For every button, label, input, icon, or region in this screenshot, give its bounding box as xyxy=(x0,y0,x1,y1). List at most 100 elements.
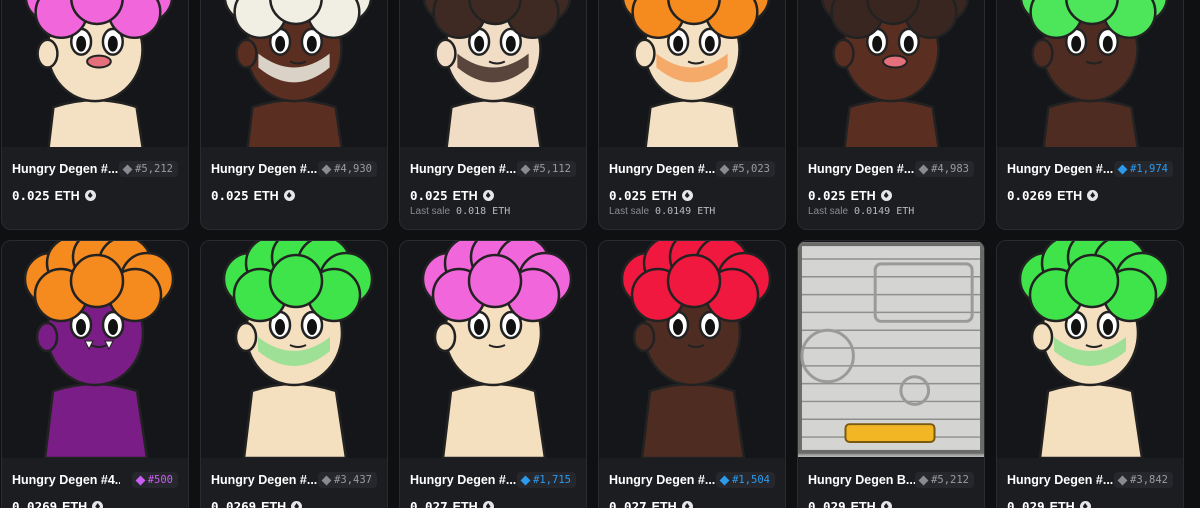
eth-icon xyxy=(283,190,295,201)
eth-icon xyxy=(92,501,104,508)
nft-card[interactable]: Hungry Degen B... #5,212 0.029 ETH xyxy=(797,240,985,508)
price-row: 0.025 ETH xyxy=(211,188,377,203)
diamond-icon xyxy=(918,164,929,174)
nft-card[interactable]: Hungry Degen #... #1,715 0.027 ETH xyxy=(399,240,587,508)
nft-info: Hungry Degen #... #3,437 0.0269 ETH xyxy=(201,458,387,508)
nft-info: Hungry Degen #... #5,023 0.025 ETH Last sale… xyxy=(599,147,785,217)
price-value: 0.025 xyxy=(12,188,50,203)
nft-name[interactable]: Hungry Degen #... xyxy=(609,473,715,487)
nft-name[interactable]: Hungry Degen #... xyxy=(410,162,516,176)
nft-card[interactable]: Hungry Degen #... #4,930 0.025 ETH xyxy=(200,0,388,230)
rank-value: #5,212 xyxy=(931,474,969,486)
price-value: 0.025 xyxy=(609,188,647,203)
rarity-rank-badge: #5,212 xyxy=(119,161,178,177)
diamond-icon xyxy=(321,475,332,485)
price-row: 0.027 ETH xyxy=(410,499,576,508)
nft-name[interactable]: Hungry Degen #4... xyxy=(12,473,120,487)
nft-image[interactable] xyxy=(400,241,586,458)
diamond-icon xyxy=(520,164,531,174)
rank-value: #5,112 xyxy=(533,163,571,175)
nft-card[interactable]: Hungry Degen #... #4,983 0.025 ETH Last sale… xyxy=(797,0,985,230)
nft-card[interactable]: Hungry Degen #... #5,023 0.025 ETH Last sale… xyxy=(598,0,786,230)
rank-value: #3,437 xyxy=(334,474,372,486)
price-row: 0.025 ETH xyxy=(12,188,178,203)
price-row: 0.0269 ETH xyxy=(1007,188,1173,203)
nft-card[interactable]: Hungry Degen #4... #500 0.0269 ETH xyxy=(1,240,189,508)
nft-info: Hungry Degen #... #3,842 0.029 ETH xyxy=(997,458,1183,508)
rank-value: #3,842 xyxy=(1130,474,1168,486)
eth-icon xyxy=(84,190,96,201)
price-row: 0.025 ETH xyxy=(609,188,775,203)
nft-card[interactable]: Hungry Degen #... #1,504 0.027 ETH xyxy=(598,240,786,508)
nft-image[interactable] xyxy=(798,241,984,458)
rank-value: #4,930 xyxy=(334,163,372,175)
price-unit: ETH xyxy=(651,188,677,203)
nft-card[interactable]: Hungry Degen #... #3,842 0.029 ETH xyxy=(996,240,1184,508)
diamond-icon xyxy=(1117,475,1128,485)
price-row: 0.025 ETH xyxy=(808,188,974,203)
last-sale: Last sale 0.0149 ETH xyxy=(609,206,775,217)
nft-name[interactable]: Hungry Degen #... xyxy=(1007,473,1113,487)
price-row: 0.027 ETH xyxy=(609,499,775,508)
title-row: Hungry Degen #... #5,023 xyxy=(609,159,775,179)
price-unit: ETH xyxy=(651,499,677,508)
rarity-rank-badge: #5,023 xyxy=(716,161,775,177)
nft-grid: Hungry Degen #... #5,212 0.025 ETH Hungry D… xyxy=(0,0,1200,508)
nft-name[interactable]: Hungry Degen #... xyxy=(609,162,715,176)
price-unit: ETH xyxy=(62,499,88,508)
price-value: 0.029 xyxy=(1007,499,1045,508)
nft-image[interactable] xyxy=(997,241,1183,458)
nft-info: Hungry Degen #... #1,715 0.027 ETH xyxy=(400,458,586,508)
price-value: 0.029 xyxy=(808,499,846,508)
rarity-rank-badge: #1,974 xyxy=(1114,161,1173,177)
nft-card[interactable]: Hungry Degen #... #5,112 0.025 ETH Last sale… xyxy=(399,0,587,230)
last-sale-label: Last sale xyxy=(410,206,451,217)
nft-image[interactable] xyxy=(201,241,387,458)
price-unit: ETH xyxy=(452,188,478,203)
eth-icon xyxy=(482,501,494,508)
last-sale: Last sale 0.0149 ETH xyxy=(808,206,974,217)
nft-name[interactable]: Hungry Degen B... xyxy=(808,473,915,487)
nft-image[interactable] xyxy=(997,0,1183,147)
nft-image[interactable] xyxy=(798,0,984,147)
price-unit: ETH xyxy=(54,188,80,203)
rarity-rank-badge: #1,504 xyxy=(716,472,775,488)
nft-image[interactable] xyxy=(2,0,188,147)
nft-name[interactable]: Hungry Degen #... xyxy=(808,162,914,176)
diamond-icon xyxy=(135,475,146,485)
nft-image[interactable] xyxy=(2,241,188,458)
price-unit: ETH xyxy=(850,188,876,203)
title-row: Hungry Degen #... #3,437 xyxy=(211,470,377,490)
nft-name[interactable]: Hungry Degen #... xyxy=(12,162,118,176)
price-unit: ETH xyxy=(452,499,478,508)
nft-card[interactable]: Hungry Degen #... #3,437 0.0269 ETH xyxy=(200,240,388,508)
rarity-rank-badge: #4,983 xyxy=(915,161,974,177)
price-value: 0.027 xyxy=(609,499,647,508)
rarity-rank-badge: #3,437 xyxy=(318,472,377,488)
nft-image[interactable] xyxy=(599,241,785,458)
nft-image[interactable] xyxy=(400,0,586,147)
title-row: Hungry Degen #... #3,842 xyxy=(1007,470,1173,490)
last-sale-value: 0.018 ETH xyxy=(450,206,511,217)
rarity-rank-badge: #3,842 xyxy=(1114,472,1173,488)
nft-name[interactable]: Hungry Degen #... xyxy=(211,473,317,487)
nft-image[interactable] xyxy=(599,0,785,147)
rank-value: #4,983 xyxy=(931,163,969,175)
price-unit: ETH xyxy=(253,188,279,203)
eth-icon xyxy=(482,190,494,201)
rank-value: #5,023 xyxy=(732,163,770,175)
rarity-rank-badge: #1,715 xyxy=(517,472,576,488)
nft-name[interactable]: Hungry Degen #... xyxy=(1007,162,1113,176)
nft-image[interactable] xyxy=(201,0,387,147)
nft-name[interactable]: Hungry Degen #... xyxy=(410,473,516,487)
diamond-icon xyxy=(918,475,929,485)
price-value: 0.025 xyxy=(410,188,448,203)
nft-info: Hungry Degen #4... #500 0.0269 ETH xyxy=(2,458,188,508)
nft-name[interactable]: Hungry Degen #... xyxy=(211,162,317,176)
last-sale-label: Last sale xyxy=(609,206,650,217)
price-unit: ETH xyxy=(1049,499,1075,508)
nft-card[interactable]: Hungry Degen #... #5,212 0.025 ETH xyxy=(1,0,189,230)
last-sale-value: 0.0149 ETH xyxy=(649,206,716,217)
nft-card[interactable]: Hungry Degen #... #1,974 0.0269 ETH xyxy=(996,0,1184,230)
rank-value: #1,974 xyxy=(1130,163,1168,175)
